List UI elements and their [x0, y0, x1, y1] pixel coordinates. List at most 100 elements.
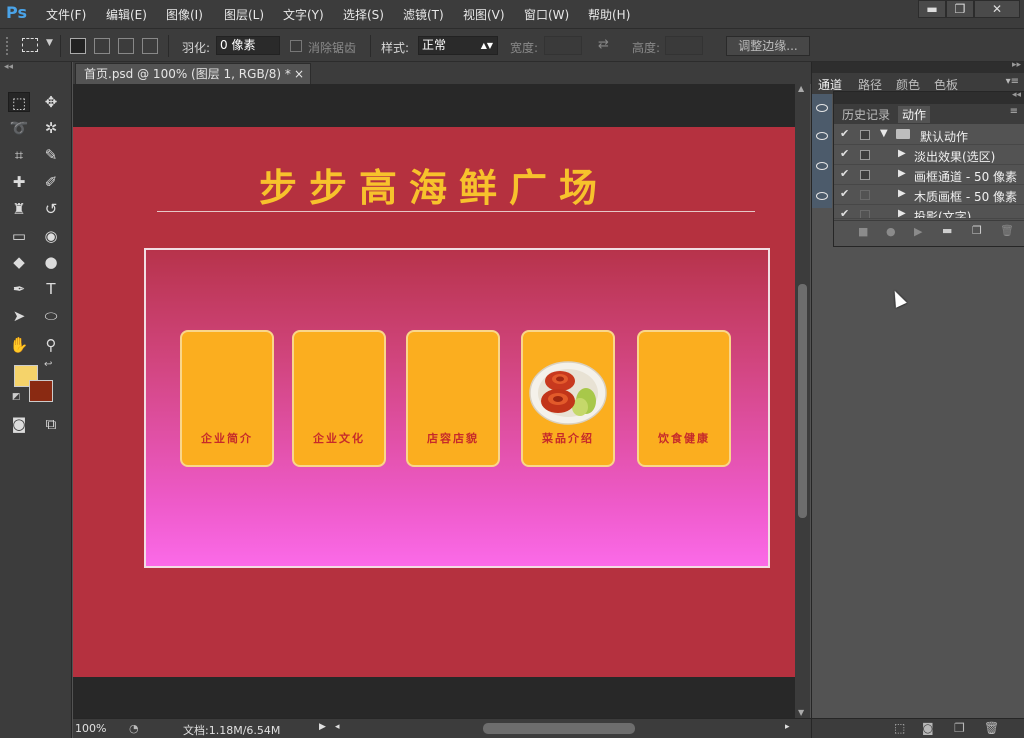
subtract-selection-icon[interactable]	[118, 38, 134, 54]
lasso-tool-icon[interactable]: ➰	[8, 118, 30, 138]
check-icon[interactable]: ✔	[840, 207, 849, 218]
swap-icon[interactable]: ⇄	[598, 37, 609, 52]
scroll-up-icon[interactable]: ▲	[798, 84, 804, 93]
new-channel-icon[interactable]: ❐	[954, 721, 965, 735]
pen-tool-icon[interactable]: ✒	[8, 279, 30, 299]
menu-image[interactable]: 图像(I)	[166, 6, 203, 23]
eye-icon[interactable]	[816, 192, 828, 200]
new-action-icon[interactable]: ❐	[972, 224, 982, 237]
scroll-down-icon[interactable]: ▼	[798, 708, 804, 717]
magic-wand-icon[interactable]: ✲	[40, 118, 62, 138]
default-colors-icon[interactable]: ◩	[12, 392, 21, 402]
menu-edit[interactable]: 编辑(E)	[106, 6, 147, 23]
vertical-scrollbar[interactable]: ▲ ▼	[795, 84, 810, 718]
eye-icon[interactable]	[816, 162, 828, 170]
load-selection-icon[interactable]: ⬚	[894, 721, 905, 735]
zoom-level[interactable]: 100%	[75, 722, 106, 735]
chevron-down-icon[interactable]: ▼	[46, 38, 53, 48]
dialog-toggle-icon[interactable]	[860, 150, 870, 160]
document-tab[interactable]: 首页.psd @ 100% (图层 1, RGB/8) * ×	[75, 63, 311, 84]
horizontal-scroll-thumb[interactable]	[483, 723, 635, 734]
check-icon[interactable]: ✔	[840, 167, 849, 180]
document-canvas[interactable]: 步步高海鲜广场 企业简介 企业文化 店容店貌 菜品介绍 饮食健康	[73, 127, 795, 677]
collapse-icon[interactable]: ◂◂	[4, 62, 13, 72]
eye-icon[interactable]	[816, 104, 828, 112]
delete-channel-icon[interactable]: 🗑	[984, 721, 999, 735]
move-tool-icon[interactable]: ✥	[40, 92, 62, 112]
action-row[interactable]: ✔ ▶ 投影(文字)	[834, 205, 1024, 219]
paint-bucket-icon[interactable]: ◉	[40, 226, 62, 246]
menu-filter[interactable]: 滤镜(T)	[403, 6, 444, 23]
menu-layer[interactable]: 图层(L)	[224, 6, 264, 23]
zoom-tool-icon[interactable]: ⚲	[40, 335, 62, 355]
new-selection-icon[interactable]	[70, 38, 86, 54]
expand-triangle-icon[interactable]: ▶	[898, 148, 906, 159]
check-icon[interactable]: ✔	[840, 147, 849, 160]
action-set-row[interactable]: ✔ ▼ 默认动作	[834, 125, 1024, 145]
new-set-icon[interactable]: ▬	[942, 224, 952, 237]
hand-tool-icon[interactable]: ✋	[8, 335, 30, 355]
dialog-toggle-icon[interactable]	[860, 190, 870, 200]
screen-mode-icon[interactable]: ⧉	[40, 414, 62, 434]
rectangular-marquee-icon[interactable]: ⬚	[8, 92, 30, 112]
dodge-tool-icon[interactable]: ●	[40, 252, 62, 272]
height-input[interactable]	[665, 36, 703, 55]
restore-button[interactable]: ❐	[946, 0, 974, 18]
menu-type[interactable]: 文字(Y)	[283, 6, 324, 23]
scroll-left-icon[interactable]: ◂	[335, 722, 340, 732]
marquee-preset-icon[interactable]	[22, 38, 38, 52]
status-menu-arrow-icon[interactable]: ▶	[319, 722, 326, 732]
stop-icon[interactable]: ■	[858, 225, 868, 238]
delete-icon[interactable]: 🗑	[1000, 224, 1014, 237]
expand-triangle-icon[interactable]: ▼	[880, 128, 888, 139]
expand-triangle-icon[interactable]: ▶	[898, 168, 906, 179]
history-brush-icon[interactable]: ↺	[40, 199, 62, 219]
feather-input[interactable]: 0 像素	[216, 36, 280, 55]
canvas-workspace[interactable]: 步步高海鲜广场 企业简介 企业文化 店容店貌 菜品介绍 饮食健康	[73, 84, 795, 718]
tab-actions[interactable]: 动作	[898, 106, 931, 123]
collapse-panel-icon[interactable]: ◂◂	[1012, 90, 1021, 100]
style-select[interactable]: 正常 ▲▼	[418, 36, 498, 55]
background-color-swatch[interactable]	[29, 380, 53, 402]
action-row[interactable]: ✔ ▶ 画框通道 - 50 像素	[834, 165, 1024, 185]
quick-mask-icon[interactable]: ◙	[8, 414, 30, 434]
healing-brush-icon[interactable]: ✚	[8, 172, 30, 192]
swap-colors-icon[interactable]: ↩	[44, 359, 52, 370]
antialias-checkbox[interactable]	[290, 40, 302, 52]
play-icon[interactable]: ▶	[914, 225, 922, 238]
record-icon[interactable]: ●	[886, 225, 896, 238]
path-selection-icon[interactable]: ➤	[8, 306, 30, 326]
action-row[interactable]: ✔ ▶ 木质画框 - 50 像素	[834, 185, 1024, 205]
menu-select[interactable]: 选择(S)	[343, 6, 384, 23]
menu-window[interactable]: 窗口(W)	[524, 6, 569, 23]
refine-edge-button[interactable]: 调整边缘...	[726, 36, 810, 56]
blur-tool-icon[interactable]: ◆	[8, 252, 30, 272]
add-selection-icon[interactable]	[94, 38, 110, 54]
ellipse-tool-icon[interactable]: ⬭	[40, 306, 62, 326]
eye-icon[interactable]	[816, 132, 828, 140]
expand-triangle-icon[interactable]: ▶	[898, 188, 906, 199]
eraser-tool-icon[interactable]: ▭	[8, 226, 30, 246]
dialog-toggle-icon[interactable]	[860, 210, 870, 218]
vertical-scroll-thumb[interactable]	[798, 284, 807, 518]
check-icon[interactable]: ✔	[840, 127, 849, 140]
menu-help[interactable]: 帮助(H)	[588, 6, 630, 23]
expand-icon[interactable]: ▸▸	[1012, 60, 1021, 70]
action-row[interactable]: ✔ ▶ 淡出效果(选区)	[834, 145, 1024, 165]
doc-info-icon[interactable]: ◔	[129, 722, 139, 735]
panel-menu-icon[interactable]: ≡	[1010, 106, 1018, 117]
intersect-selection-icon[interactable]	[142, 38, 158, 54]
crop-tool-icon[interactable]: ⌗	[8, 145, 30, 165]
save-selection-icon[interactable]: ◙	[922, 721, 934, 735]
expand-triangle-icon[interactable]: ▶	[898, 208, 906, 218]
menu-view[interactable]: 视图(V)	[463, 6, 505, 23]
brush-tool-icon[interactable]: ✐	[40, 172, 62, 192]
check-icon[interactable]: ✔	[840, 187, 849, 200]
dialog-toggle-icon[interactable]	[860, 170, 870, 180]
clone-stamp-icon[interactable]: ♜	[8, 199, 30, 219]
dialog-toggle-icon[interactable]	[860, 130, 870, 140]
minimize-button[interactable]: ▬	[918, 0, 946, 18]
eyedropper-icon[interactable]: ✎	[40, 145, 62, 165]
width-input[interactable]	[544, 36, 582, 55]
panel-menu-icon[interactable]: ▾≡	[1006, 76, 1019, 87]
